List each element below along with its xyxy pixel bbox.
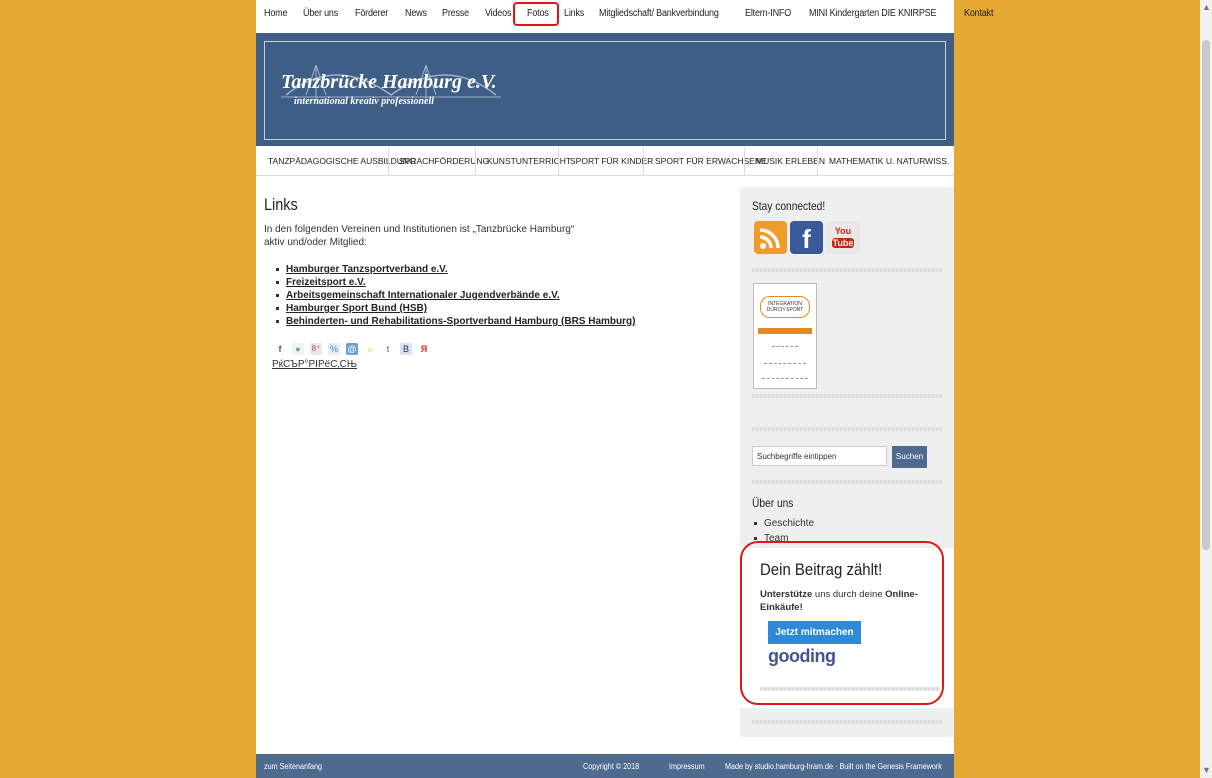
list-item: Behinderten- und Rehabilitations-Sportve…: [276, 315, 734, 328]
link-tanzsportverband[interactable]: Hamburger Tanzsportverband e.V.: [286, 264, 448, 275]
sidebar-divider: [752, 268, 942, 272]
facebook-share-icon[interactable]: f: [274, 343, 286, 355]
sidebar-divider: [752, 480, 942, 484]
share-icons: f ● 8⁺ % @ ☼ t B Я: [264, 343, 734, 355]
nav-mitgliedschaft[interactable]: Mitgliedschaft/ Bankverbindung: [599, 8, 719, 19]
stay-connected-heading: Stay connected!: [752, 199, 826, 213]
nav-kontakt[interactable]: Kontakt: [964, 8, 993, 19]
copyright-text: Copyright © 2018: [583, 762, 640, 771]
logo-title[interactable]: Tanzbrücke Hamburg e.V.: [281, 71, 497, 94]
google-plus-share-icon[interactable]: 8⁺: [310, 343, 322, 355]
scroll-up-icon[interactable]: ▲: [1202, 2, 1211, 12]
nav-foerderer[interactable]: Förderer: [355, 8, 388, 19]
sidebar-divider: [752, 720, 942, 724]
link-brs-hamburg[interactable]: Behinderten- und Rehabilitations-Sportve…: [286, 316, 635, 327]
list-item: Freizeitsport e.V.: [276, 276, 734, 289]
nav-home[interactable]: Home: [264, 8, 287, 19]
site-header: Tanzbrücke Hamburg e.V. international kr…: [256, 33, 954, 146]
nav-mini-kindergarten[interactable]: MINI Kindergarten DIE KNIRPSE: [809, 8, 937, 19]
integration-durch-sport-badge[interactable]: INTEGRATION DURCH SPORT: [753, 283, 817, 389]
sidebar-divider: [752, 427, 942, 431]
sidebar-divider: [752, 394, 942, 398]
page-container: Home Über uns Förderer News Presse Videos Foto…: [256, 0, 993, 778]
share-link[interactable]: РќСЪР°РІРёС‚СЊ: [264, 359, 734, 370]
link-arbeitsgemeinschaft[interactable]: Arbeitsgemeinschaft Internationaler Juge…: [286, 290, 560, 301]
main-content: Links In den folgenden Vereinen und Inst…: [264, 195, 734, 370]
bird-share-icon[interactable]: ●: [292, 343, 304, 355]
back-to-top-link[interactable]: zum Seitenanfang: [264, 762, 322, 771]
subnav-mathematik[interactable]: MATHEMATIK U. NATURWISS.: [829, 156, 949, 166]
link-hsb[interactable]: Hamburger Sport Bund (HSB): [286, 303, 427, 314]
list-item: Arbeitsgemeinschaft Internationaler Juge…: [276, 289, 734, 302]
nav-links[interactable]: Links: [564, 8, 584, 19]
page-title: Links: [264, 195, 298, 214]
sun-share-icon[interactable]: ☼: [364, 343, 376, 355]
list-item: Hamburger Tanzsportverband e.V.: [276, 263, 734, 276]
search-button[interactable]: Suchen: [892, 446, 927, 468]
link-freizeitsport[interactable]: Freizeitsport e.V.: [286, 277, 366, 288]
intro-line-1: In den folgenden Vereinen und Institutio…: [264, 224, 575, 235]
intro-text: In den folgenden Vereinen und Institutio…: [264, 223, 734, 249]
about-item-geschichte[interactable]: Geschichte: [752, 516, 814, 531]
site-footer: zum Seitenanfang Copyright © 2018 Impres…: [256, 754, 954, 778]
subnav-sport-erwachsene[interactable]: SPORT FÜR ERWACHSENE: [655, 156, 767, 166]
nav-ueber-uns[interactable]: Über uns: [303, 8, 338, 19]
about-section: Über uns Geschichte Team: [752, 496, 814, 546]
donate-highlight-marker: [740, 541, 944, 705]
scroll-down-icon[interactable]: ▼: [1202, 765, 1211, 775]
about-heading: Über uns: [752, 496, 794, 510]
scrollbar-thumb[interactable]: [1202, 40, 1210, 550]
sub-navigation: TANZPÄDAGOGISCHE AUSBILDUNG SPRACHFÖRDER…: [256, 147, 954, 176]
logo-subtitle: international kreativ professionell: [294, 96, 435, 107]
facebook-icon[interactable]: f: [790, 221, 823, 254]
subnav-musik[interactable]: MUSIK ERLEBEN: [756, 156, 825, 166]
youtube-icon[interactable]: You Tube: [826, 221, 860, 254]
impressum-link[interactable]: Impressum: [669, 762, 705, 771]
bookmark-share-icon[interactable]: B: [400, 343, 412, 355]
mail-share-icon[interactable]: @: [346, 343, 358, 355]
link-share-icon[interactable]: %: [328, 343, 340, 355]
twitter-share-icon[interactable]: t: [382, 343, 394, 355]
subnav-sport-kinder[interactable]: SPORT FÜR KINDER: [570, 156, 653, 166]
yandex-share-icon[interactable]: Я: [418, 343, 430, 355]
vertical-scrollbar[interactable]: ▲ ▼: [1200, 0, 1212, 778]
made-by-text[interactable]: Made by studio.hamburg-hram.de · Built o…: [725, 762, 942, 771]
intro-line-2: aktiv und/oder Mitglied:: [264, 237, 367, 248]
nav-presse[interactable]: Presse: [442, 8, 469, 19]
nav-eltern-info[interactable]: Eltern-INFO: [745, 8, 791, 19]
rss-icon[interactable]: [754, 221, 787, 254]
nav-videos[interactable]: Videos: [485, 8, 511, 19]
links-highlight-marker: [513, 2, 559, 26]
institution-links-list: Hamburger Tanzsportverband e.V. Freizeit…: [264, 263, 734, 328]
top-navigation: Home Über uns Förderer News Presse Videos Foto…: [264, 8, 1009, 30]
nav-news[interactable]: News: [405, 8, 427, 19]
list-item: Hamburger Sport Bund (HSB): [276, 302, 734, 315]
search-input[interactable]: Suchbegriffe eintippen: [752, 446, 887, 466]
subnav-tanzpaedagogik[interactable]: TANZPÄDAGOGISCHE AUSBILDUNG: [268, 156, 416, 166]
